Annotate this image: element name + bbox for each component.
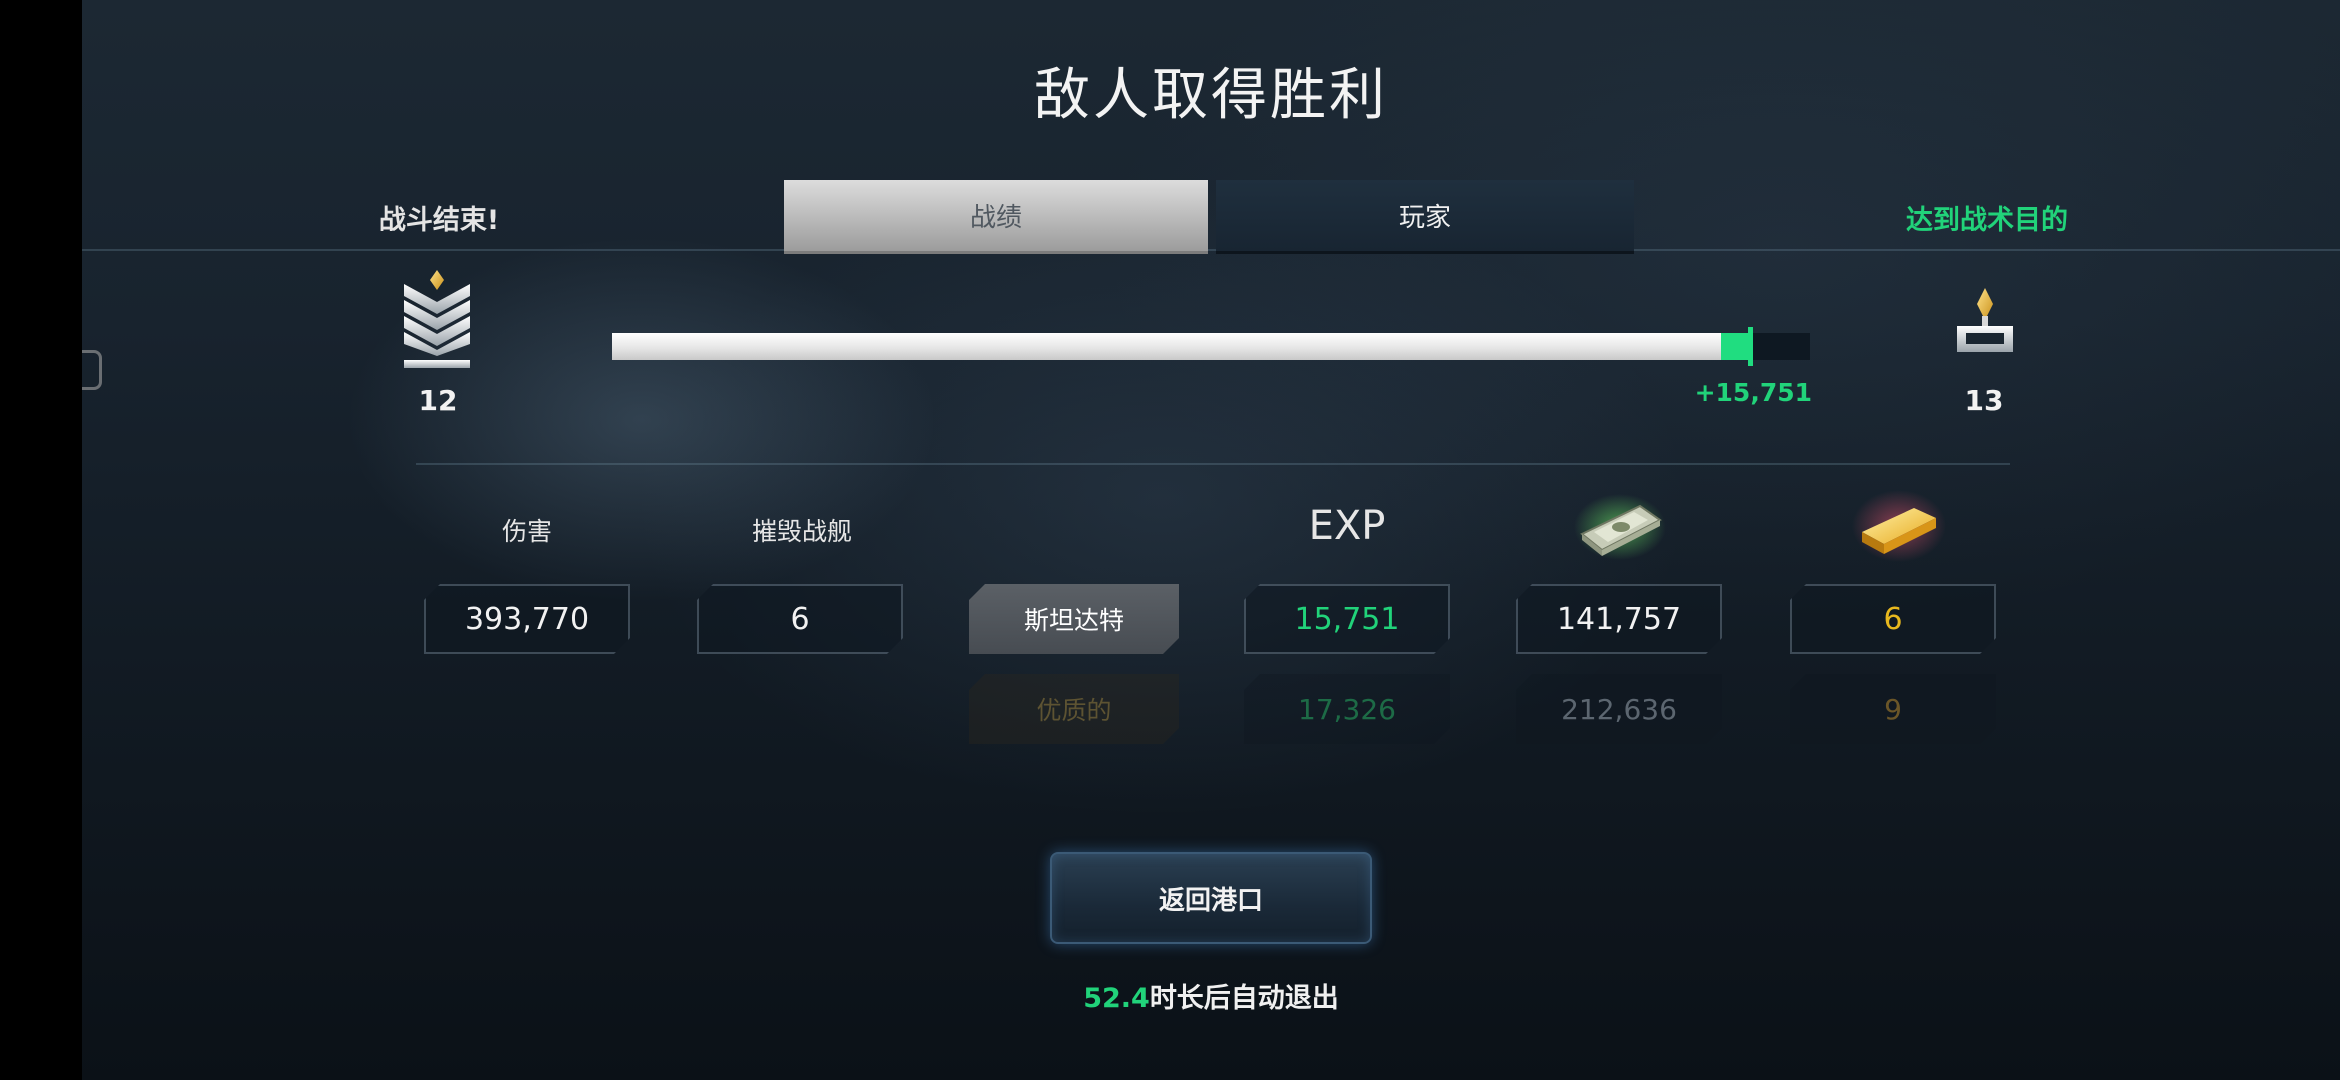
damage-value: 393,770	[424, 584, 630, 654]
next-rank-number: 13	[1964, 384, 2004, 417]
standard-money-value: 141,757	[1516, 584, 1722, 654]
experience-progress-bar	[612, 327, 1810, 366]
standard-reward-label: 斯坦达特	[969, 584, 1179, 654]
stats-divider	[416, 463, 2010, 465]
destroyed-ships-value: 6	[697, 584, 903, 654]
page-title: 敌人取得胜利	[1034, 63, 1388, 128]
next-rank-icon	[1954, 286, 2016, 356]
auto-exit-countdown: 52.4时长后自动退出	[82, 976, 2340, 1015]
rank-chevrons-icon	[400, 268, 474, 370]
standard-gold-value: 6	[1790, 584, 1996, 654]
experience-gain-label: +15,751	[1694, 378, 1812, 407]
destroyed-ships-header: 摧毁战舰	[751, 517, 852, 546]
gold-bar-icon	[1852, 490, 1946, 562]
standard-exp-value: 15,751	[1244, 584, 1450, 654]
premium-money-value: 212,636	[1516, 674, 1722, 744]
experience-progress-fill	[612, 333, 1721, 360]
auto-exit-seconds: 52.4	[1083, 983, 1150, 1014]
battle-end-label: 战斗结束!	[378, 205, 500, 236]
side-handle	[82, 350, 102, 390]
experience-progress-marker	[1748, 327, 1753, 366]
results-screen: 敌人取得胜利 战斗结束! 战绩 玩家 达到战术目的 12 +15,751 13 …	[82, 0, 2340, 1080]
current-rank-number: 12	[418, 384, 458, 417]
experience-gain-fill	[1721, 333, 1750, 360]
tab-players[interactable]: 玩家	[1216, 180, 1634, 254]
objective-achieved-label: 达到战术目的	[1906, 205, 2068, 236]
auto-exit-text: 时长后自动退出	[1149, 983, 1339, 1014]
damage-header: 伤害	[501, 517, 552, 546]
return-to-port-button[interactable]: 返回港口	[1050, 852, 1372, 944]
premium-gold-value: 9	[1790, 674, 1996, 744]
money-stack-icon	[1574, 494, 1666, 560]
exp-header: EXP	[1308, 503, 1386, 549]
premium-exp-value: 17,326	[1244, 674, 1450, 744]
tab-battle-stats[interactable]: 战绩	[784, 180, 1208, 254]
header-divider	[82, 249, 2340, 251]
premium-reward-label: 优质的	[969, 674, 1179, 744]
